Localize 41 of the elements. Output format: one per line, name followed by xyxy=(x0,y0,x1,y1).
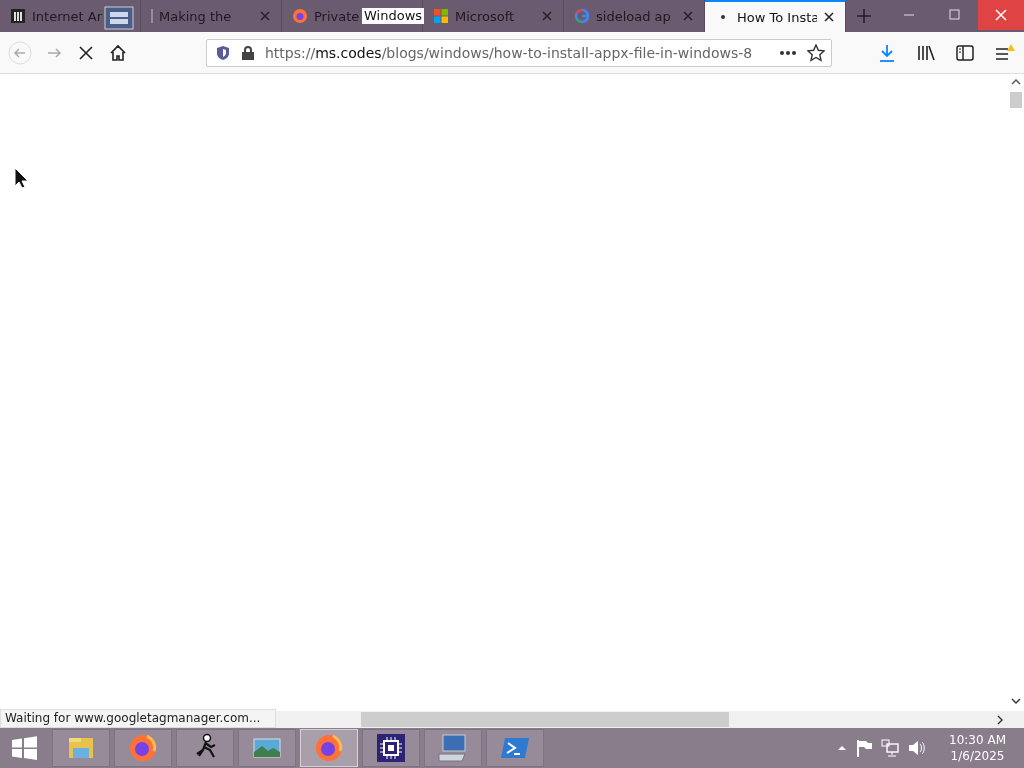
archive-icon xyxy=(10,8,26,24)
home-icon[interactable] xyxy=(108,42,128,63)
keyboard-monitor-icon xyxy=(437,732,469,764)
more-icon[interactable] xyxy=(779,49,797,56)
scroll-down-icon[interactable] xyxy=(1009,697,1023,705)
scrollbar-thumb[interactable] xyxy=(1010,92,1022,108)
scroll-up-icon[interactable] xyxy=(1009,78,1023,86)
close-window-icon[interactable] xyxy=(978,0,1024,30)
clock[interactable]: 10:30 AM 1/6/2025 xyxy=(933,732,1024,764)
scroll-right-icon[interactable] xyxy=(996,713,1004,726)
firefox-icon xyxy=(313,732,345,764)
firefox-icon xyxy=(292,8,308,24)
sidebar-icon[interactable] xyxy=(956,44,974,61)
chip-icon xyxy=(375,732,407,764)
window-icon xyxy=(104,6,134,30)
star-icon[interactable] xyxy=(807,43,825,62)
url-text: https://ms.codes/blogs/windows/how-to-install-appx-file-in-windows-8 xyxy=(265,44,754,61)
address-bar[interactable]: https://ms.codes/blogs/windows/how-to-install-appx-file-in-windows-8 xyxy=(206,38,832,67)
mouse-pointer-icon xyxy=(14,167,28,189)
taskbar-button[interactable] xyxy=(176,729,234,767)
taskbar-button[interactable] xyxy=(362,729,420,767)
clock-date: 1/6/2025 xyxy=(950,748,1005,764)
firefox-icon xyxy=(127,732,159,764)
scrollbar-thumb[interactable] xyxy=(361,712,729,727)
google-icon xyxy=(574,8,590,24)
horizontal-scrollbar[interactable] xyxy=(276,711,1024,728)
library-icon[interactable] xyxy=(916,43,936,62)
windows-tooltip: Windows xyxy=(362,8,425,24)
show-hidden-icons-icon[interactable] xyxy=(837,744,848,752)
clock-time: 10:30 AM xyxy=(949,732,1006,748)
new-tab-icon[interactable] xyxy=(856,8,872,24)
shield-icon[interactable] xyxy=(215,44,231,61)
close-icon[interactable] xyxy=(823,11,835,23)
download-icon[interactable] xyxy=(878,42,896,63)
microsoft-icon xyxy=(433,8,449,24)
flag-icon[interactable] xyxy=(855,739,874,757)
lock-icon[interactable] xyxy=(241,44,255,61)
speaker-icon[interactable] xyxy=(907,739,926,757)
status-text: Waiting for www.googletagmanager.com... xyxy=(0,709,276,728)
network-icon[interactable] xyxy=(881,739,900,757)
menu-icon[interactable] xyxy=(994,42,1016,63)
